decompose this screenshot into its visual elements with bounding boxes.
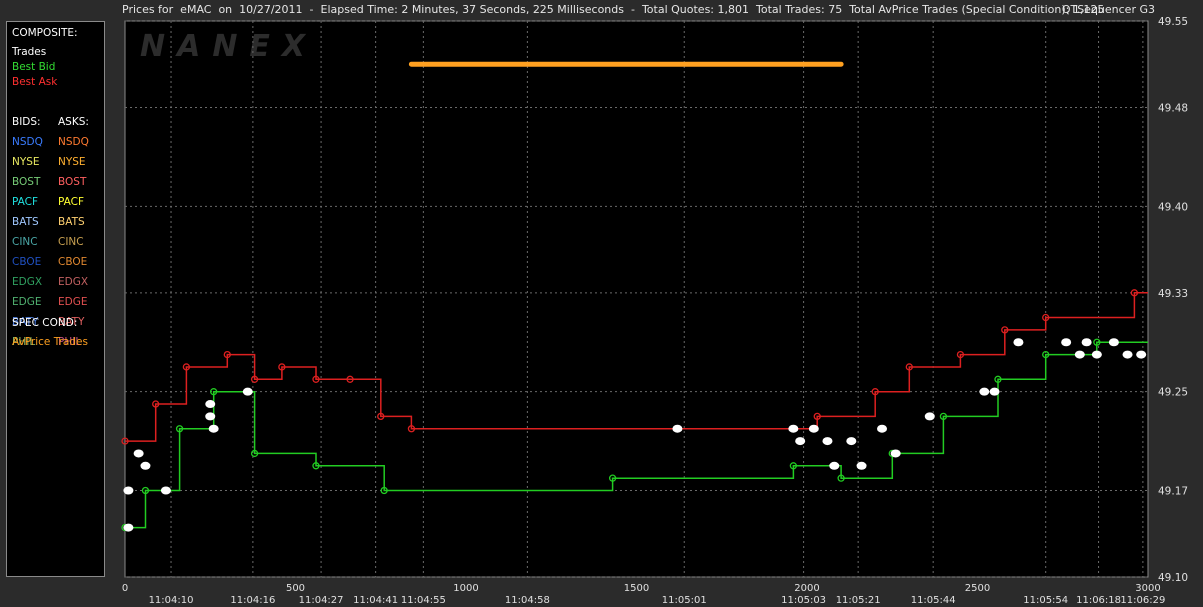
y-tick-label: 49.48 xyxy=(1158,102,1188,114)
trade-point xyxy=(856,461,867,470)
x-tick-label: 1000 xyxy=(453,583,478,594)
price-chart[interactable]: NANEX 49.55 49.48 49.40 49.33 49.25 49.17 49.10… xyxy=(0,0,1203,607)
x-tick-label: 3000 xyxy=(1135,583,1160,594)
trade-point xyxy=(123,486,134,495)
y-tick-label: 49.17 xyxy=(1158,486,1188,498)
trade-point xyxy=(788,424,799,433)
time-tick-label: 11:04:58 xyxy=(505,595,550,606)
trade-point xyxy=(795,437,806,446)
time-tick-label: 11:06:18 xyxy=(1076,595,1121,606)
y-tick-label: 49.33 xyxy=(1158,288,1188,300)
trade-point xyxy=(822,437,833,446)
time-tick-label: 11:06:29 xyxy=(1120,595,1165,606)
y-tick-label: 49.10 xyxy=(1158,572,1188,584)
time-tick-label: 11:04:55 xyxy=(401,595,446,606)
y-tick-label: 49.55 xyxy=(1158,16,1188,28)
trade-point xyxy=(979,387,990,396)
trade-point xyxy=(242,387,253,396)
plot-background xyxy=(124,20,1149,578)
time-tick-label: 11:05:03 xyxy=(781,595,826,606)
trade-point xyxy=(1091,350,1102,359)
trade-point xyxy=(1136,350,1147,359)
trade-point xyxy=(123,523,134,532)
time-tick-label: 11:05:01 xyxy=(662,595,707,606)
trade-point xyxy=(1122,350,1133,359)
trade-point xyxy=(672,424,683,433)
trade-point xyxy=(846,437,857,446)
trade-point xyxy=(140,461,151,470)
x-tick-label: 1500 xyxy=(624,583,649,594)
time-tick-label: 11:04:41 xyxy=(353,595,398,606)
y-tick-label: 49.25 xyxy=(1158,387,1188,399)
trade-point xyxy=(890,449,901,458)
trade-point xyxy=(877,424,888,433)
trade-point xyxy=(205,400,216,409)
trade-point xyxy=(133,449,144,458)
x-tick-label: 500 xyxy=(286,583,305,594)
x-tick-label: 2000 xyxy=(794,583,819,594)
time-tick-label: 11:05:54 xyxy=(1023,595,1068,606)
trade-point xyxy=(205,412,216,421)
trade-point xyxy=(1013,338,1024,347)
trade-point xyxy=(924,412,935,421)
trade-point xyxy=(160,486,171,495)
trade-point xyxy=(1108,338,1119,347)
trade-point xyxy=(1061,338,1072,347)
trade-point xyxy=(1081,338,1092,347)
chart-area[interactable]: NANEX 49.55 49.48 49.40 49.33 49.25 49.17 49.10… xyxy=(0,0,1203,607)
y-tick-label: 49.40 xyxy=(1158,201,1188,213)
time-tick-label: 11:05:44 xyxy=(911,595,956,606)
trade-point xyxy=(208,424,219,433)
x-tick-label: 0 xyxy=(122,583,128,594)
trade-point xyxy=(808,424,819,433)
trade-point xyxy=(989,387,1000,396)
time-tick-label: 11:04:27 xyxy=(299,595,344,606)
x-tick-label: 2500 xyxy=(965,583,990,594)
watermark-text: NANEX xyxy=(140,29,317,64)
trade-point xyxy=(1074,350,1085,359)
time-tick-label: 11:04:10 xyxy=(149,595,194,606)
time-tick-label: 11:04:16 xyxy=(230,595,275,606)
trade-point xyxy=(829,461,840,470)
time-tick-label: 11:05:21 xyxy=(836,595,881,606)
